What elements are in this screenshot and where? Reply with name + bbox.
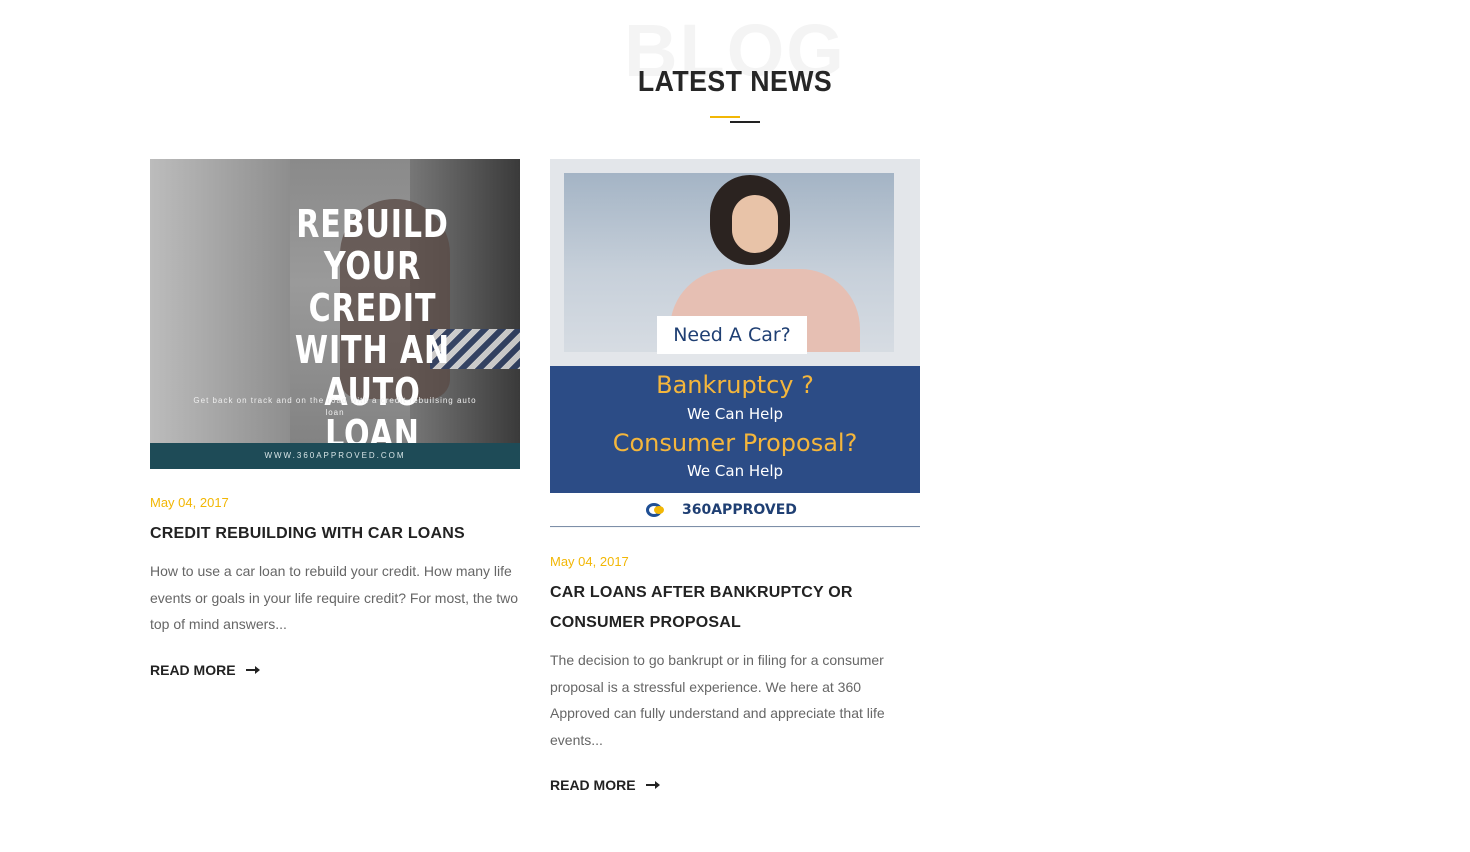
section-header: BLOG LATEST NEWS — [0, 0, 1470, 130]
thumbnail-line: Bankruptcy ? — [656, 371, 814, 399]
post-title[interactable]: CREDIT REBUILDING WITH CAR LOANS — [150, 519, 520, 549]
post-excerpt: How to use a car loan to rebuild your cr… — [150, 563, 519, 632]
read-more-link[interactable]: READ MORE — [150, 662, 260, 678]
post-title[interactable]: CAR LOANS AFTER BANKRUPTCY OR CONSUMER P… — [550, 578, 920, 638]
thumbnail-line: We Can Help — [686, 462, 784, 480]
post-thumbnail[interactable]: REBUILD YOUR CREDIT WITH AN AUTO LOAN Ge… — [150, 159, 520, 469]
arrow-right-icon — [245, 665, 260, 675]
blog-card: REBUILD YOUR CREDIT WITH AN AUTO LOAN Ge… — [150, 159, 520, 680]
divider-accent — [710, 116, 740, 118]
post-date: May 04, 2017 — [550, 554, 629, 569]
post-excerpt: The decision to go bankrupt or in filing… — [550, 652, 885, 748]
arrow-right-icon — [645, 780, 660, 790]
read-more-label: READ MORE — [550, 777, 636, 793]
thumbnail-footer: WWW.360APPROVED.COM — [150, 443, 520, 469]
divider-dark — [730, 121, 760, 123]
section-title: LATEST NEWS — [637, 66, 833, 98]
read-more-label: READ MORE — [150, 661, 236, 678]
post-thumbnail[interactable]: Need A Car? Bankruptcy ? We Can Help Con… — [550, 159, 920, 528]
brand-logo-icon — [646, 503, 666, 517]
blog-card: Need A Car? Bankruptcy ? We Can Help Con… — [550, 159, 920, 795]
brand-name: 360APPROVED — [682, 502, 797, 518]
thumbnail-subline: Get back on track and on the road with a… — [193, 396, 477, 417]
title-divider — [710, 116, 762, 124]
read-more-link[interactable]: READ MORE — [550, 777, 660, 793]
thumbnail-line: We Can Help — [686, 405, 784, 423]
thumbnail-tag: Need A Car? — [657, 316, 807, 354]
thumbnail-line: Consumer Proposal? — [612, 429, 858, 457]
post-date: May 04, 2017 — [150, 495, 229, 510]
